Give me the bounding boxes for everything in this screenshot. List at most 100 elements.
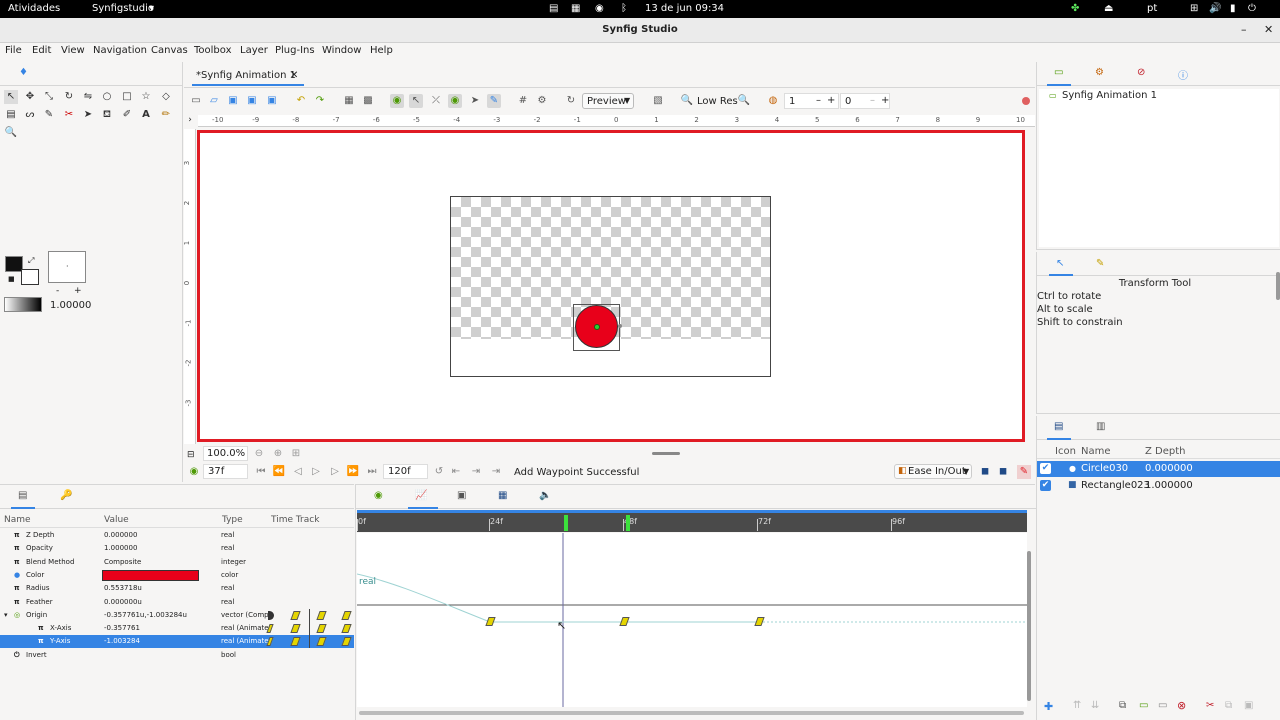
collapse-icon[interactable]: ⊟ — [187, 450, 197, 460]
layer-name[interactable]: Circle030 — [1081, 463, 1128, 474]
waypoint[interactable] — [290, 637, 301, 647]
bounds-start-icon[interactable]: ⇤ — [449, 465, 463, 479]
power-icon[interactable]: ⏻ — [1248, 3, 1256, 14]
expander-icon[interactable]: ▾ — [4, 611, 8, 619]
params-header-name[interactable]: Name — [4, 515, 31, 525]
canvas-metadata-tab-icon[interactable]: ▣ — [457, 490, 466, 501]
zoom-tool-icon[interactable]: 🔍 — [4, 126, 18, 140]
brush-size-preview[interactable]: · — [48, 251, 86, 283]
param-value[interactable]: 0.553718u — [104, 584, 142, 592]
notes-icon[interactable]: ▦ — [571, 3, 580, 14]
canvas-viewport[interactable] — [197, 130, 1025, 442]
preview-render-icon[interactable]: ▩ — [361, 94, 375, 108]
menu-file[interactable]: File — [5, 45, 22, 56]
layer-row[interactable]: ✔ ● Circle030 0.000000 — [1037, 461, 1280, 477]
swap-colors-icon[interactable]: ⤢ — [28, 256, 34, 266]
play-icon[interactable]: ▷ — [309, 465, 323, 479]
param-row[interactable]: π Blend Method Composite integer — [0, 556, 354, 569]
param-value[interactable]: 0.000000 — [104, 531, 137, 539]
library-tab-icon[interactable]: ▦ — [498, 490, 507, 501]
waypoint[interactable] — [316, 610, 327, 620]
brush-size-increase[interactable]: + — [74, 286, 82, 296]
param-row[interactable]: π Radius 0.553718u real — [0, 582, 354, 595]
param-row[interactable]: ▾ ◎ Origin -0.357761u,-1.003284u vector (Com… — [0, 608, 354, 622]
param-value[interactable]: -0.357761 — [104, 624, 140, 632]
waypoint[interactable] — [341, 610, 352, 620]
snap-grid-icon[interactable]: ⚙ — [535, 94, 549, 108]
redo-icon[interactable]: ↷ — [313, 94, 327, 108]
loop-icon[interactable]: ↺ — [432, 465, 446, 479]
spinner-plus[interactable]: + — [827, 95, 835, 106]
seek-begin-icon[interactable]: ⏮ — [254, 465, 268, 479]
history-tab-icon[interactable]: ✎ — [1096, 258, 1104, 269]
close-window-button[interactable]: ✕ — [1264, 23, 1273, 36]
param-row[interactable]: π Y-Axis -1.003284 real (Animated — [0, 635, 354, 649]
new-file-icon[interactable]: ▭ — [189, 94, 203, 108]
smooth-move-tool-icon[interactable]: ✥ — [23, 90, 37, 104]
layer-visibility-checkbox[interactable]: ✔ — [1040, 480, 1051, 491]
preview-quality-dropdown[interactable]: Preview ▼ — [582, 93, 634, 109]
toggle-vertex-handles-icon[interactable]: ⤫ — [429, 94, 443, 108]
next-keyframe-icon[interactable]: ⏩ — [346, 465, 360, 479]
transform-tool-icon[interactable]: ↖ — [4, 90, 18, 104]
bounds-end-icon[interactable]: ⇥ — [489, 465, 503, 479]
layers-tab-icon[interactable]: ▤ — [1054, 421, 1063, 432]
layers-header-icon[interactable]: Icon — [1055, 446, 1076, 457]
keyframes-tab-icon[interactable]: 🔑 — [60, 490, 72, 501]
spinner-minus[interactable]: – — [816, 95, 821, 106]
refresh-icon[interactable]: ↻ — [564, 94, 578, 108]
lower-layer-icon[interactable]: ⇊ — [1091, 700, 1099, 711]
zoom-fit-icon[interactable]: ⊖ — [252, 447, 266, 461]
current-frame-field[interactable]: 37f — [203, 464, 248, 479]
camera-icon[interactable]: ◉ — [595, 3, 604, 14]
radius-handle[interactable] — [618, 324, 622, 328]
width-tool-icon[interactable]: ➤ — [81, 108, 95, 122]
brush-size-decrease[interactable]: - — [56, 286, 59, 296]
zoom-field[interactable]: 100.0% — [203, 446, 248, 461]
library-tab-icon[interactable]: ⚙ — [1095, 67, 1104, 78]
layer-name[interactable]: Rectangle023 — [1081, 480, 1150, 491]
next-frame-icon[interactable]: ▷ — [328, 465, 342, 479]
timetrack-tab-icon[interactable]: ◉ — [374, 490, 383, 501]
toggle-tangent-handles-icon[interactable]: ◉ — [448, 94, 462, 108]
prev-frame-icon[interactable]: ◁ — [291, 465, 305, 479]
param-row[interactable]: π X-Axis -0.357761 real (Animated — [0, 622, 354, 636]
menu-help[interactable]: Help — [370, 45, 393, 56]
duplicate-layer-icon[interactable]: ⧉ — [1119, 700, 1126, 711]
save-all-icon[interactable]: ▣ — [265, 94, 279, 108]
origin-handle[interactable] — [594, 324, 600, 330]
fill-color-swatch[interactable] — [21, 269, 39, 285]
rotate-tool-icon[interactable]: ↻ — [62, 90, 76, 104]
draw-tool-icon[interactable]: ✎ — [42, 108, 56, 122]
menu-view[interactable]: View — [61, 45, 85, 56]
param-value[interactable]: -0.357761u,-1.003284u — [104, 611, 187, 619]
toggle-radius-handles-icon[interactable]: ➤ — [468, 94, 482, 108]
menu-layer[interactable]: Layer — [240, 45, 268, 56]
current-time-marker[interactable] — [564, 515, 568, 531]
menu-canvas[interactable]: Canvas — [151, 45, 188, 56]
curves-tab-icon[interactable]: 📈 — [415, 490, 427, 501]
show-handles-icon[interactable]: ◉ — [390, 94, 404, 108]
close-tab-icon[interactable]: ✕ — [290, 70, 298, 81]
end-time-field[interactable]: 120f — [383, 464, 428, 479]
low-res-icon[interactable]: 🔍 — [680, 94, 694, 108]
onion-skin-icon[interactable]: ▧ — [651, 94, 665, 108]
menu-window[interactable]: Window — [322, 45, 361, 56]
new-layer-icon[interactable]: ✚ — [1044, 700, 1053, 713]
sound-tab-icon[interactable]: 🔈 — [539, 490, 551, 501]
spline-tool-icon[interactable]: ᔕ — [23, 108, 37, 122]
info-tab-icon[interactable]: ⓘ — [1178, 67, 1188, 82]
zoom-icon[interactable]: 🔍 — [737, 94, 751, 108]
gradient-tool-icon[interactable]: ▤ — [4, 108, 18, 122]
layer-visibility-checkbox[interactable]: ✔ — [1040, 463, 1051, 474]
waypoint[interactable] — [341, 624, 352, 634]
animation-mode-toggle-icon[interactable]: ✎ — [1017, 465, 1031, 479]
ungroup-layer-icon[interactable]: ▭ — [1158, 700, 1167, 711]
extension-icon[interactable]: ✤ — [1071, 3, 1079, 14]
paste-icon[interactable]: ▣ — [1244, 700, 1253, 711]
param-row[interactable]: π Z Depth 0.000000 real — [0, 529, 354, 542]
prev-keyframe-icon[interactable]: ⏪ — [272, 465, 286, 479]
onion-future-spinner[interactable]: 0 – + — [840, 93, 890, 109]
seek-end-icon[interactable]: ⏭ — [365, 465, 379, 479]
color-value-swatch[interactable] — [102, 569, 199, 581]
